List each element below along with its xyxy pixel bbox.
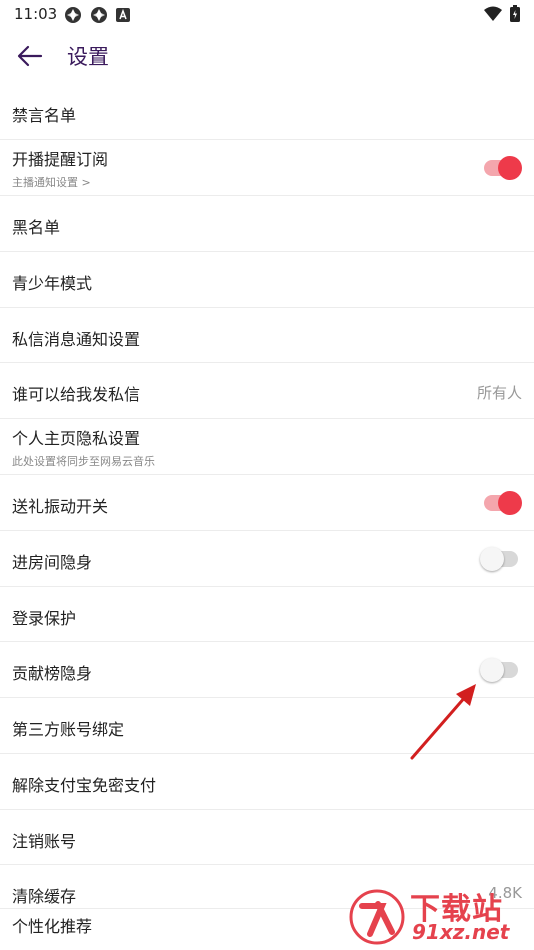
setting-label: 个性化推荐: [12, 917, 93, 936]
setting-label: 第三方账号绑定: [12, 720, 125, 739]
contribution-invisible-toggle[interactable]: [480, 658, 518, 682]
setting-label: 禁言名单: [12, 106, 77, 125]
setting-label: 清除缓存: [12, 887, 77, 906]
status-bar: 11:03: [0, 0, 534, 28]
anchor-notification-link[interactable]: 主播通知设置 >: [12, 174, 91, 190]
setting-label: 送礼振动开关: [12, 497, 109, 516]
gift-vibration-toggle[interactable]: [484, 491, 522, 515]
status-time: 11:03: [14, 5, 58, 23]
battery-icon: [510, 5, 520, 22]
setting-gift-vibration[interactable]: 送礼振动开关: [0, 475, 534, 531]
wifi-icon: [484, 6, 502, 21]
app-notification-icon: [91, 7, 107, 23]
setting-teen-mode[interactable]: 青少年模式: [0, 252, 534, 308]
live-reminder-toggle[interactable]: [484, 156, 522, 180]
setting-label: 登录保护: [12, 609, 77, 628]
back-button[interactable]: [14, 40, 46, 72]
setting-label: 黑名单: [12, 218, 61, 237]
setting-enter-room-invisible[interactable]: 进房间隐身: [0, 531, 534, 587]
watermark-logo-icon: [349, 889, 405, 945]
back-arrow-icon: [17, 45, 43, 67]
annotation-arrow-icon: [410, 684, 476, 760]
page-title: 设置: [67, 45, 109, 69]
setting-mute-list[interactable]: 禁言名单: [0, 84, 534, 140]
watermark-domain: 91xz.net: [412, 920, 510, 944]
setting-message-notification[interactable]: 私信消息通知设置: [0, 308, 534, 363]
setting-label: 谁可以给我发私信: [12, 385, 141, 404]
setting-blacklist[interactable]: 黑名单: [0, 196, 534, 252]
setting-label: 注销账号: [12, 832, 77, 851]
setting-live-reminder[interactable]: 开播提醒订阅 主播通知设置 >: [0, 140, 534, 196]
watermark: 下载站 91xz.net: [348, 884, 528, 948]
setting-label: 进房间隐身: [12, 553, 93, 572]
app-bar: 设置: [0, 28, 534, 84]
setting-label: 解除支付宝免密支付: [12, 776, 157, 795]
settings-list: 禁言名单 开播提醒订阅 主播通知设置 > 黑名单 青少年模式 私信消息通知设置 …: [0, 84, 534, 949]
setting-label: 私信消息通知设置: [12, 330, 141, 349]
font-notification-icon: [116, 8, 130, 22]
setting-who-can-message[interactable]: 谁可以给我发私信 所有人: [0, 363, 534, 419]
setting-label: 个人主页隐私设置: [12, 429, 141, 448]
setting-label: 青少年模式: [12, 274, 93, 293]
setting-value: 所有人: [476, 384, 522, 402]
enter-room-invisible-toggle[interactable]: [480, 547, 518, 571]
setting-delete-account[interactable]: 注销账号: [0, 810, 534, 865]
setting-label: 贡献榜隐身: [12, 664, 93, 683]
setting-login-protection[interactable]: 登录保护: [0, 587, 534, 642]
app-notification-icon: [65, 7, 81, 23]
setting-label: 开播提醒订阅: [12, 150, 109, 169]
setting-profile-privacy[interactable]: 个人主页隐私设置 此处设置将同步至网易云音乐: [0, 419, 534, 475]
setting-subtitle: 此处设置将同步至网易云音乐: [12, 455, 155, 468]
